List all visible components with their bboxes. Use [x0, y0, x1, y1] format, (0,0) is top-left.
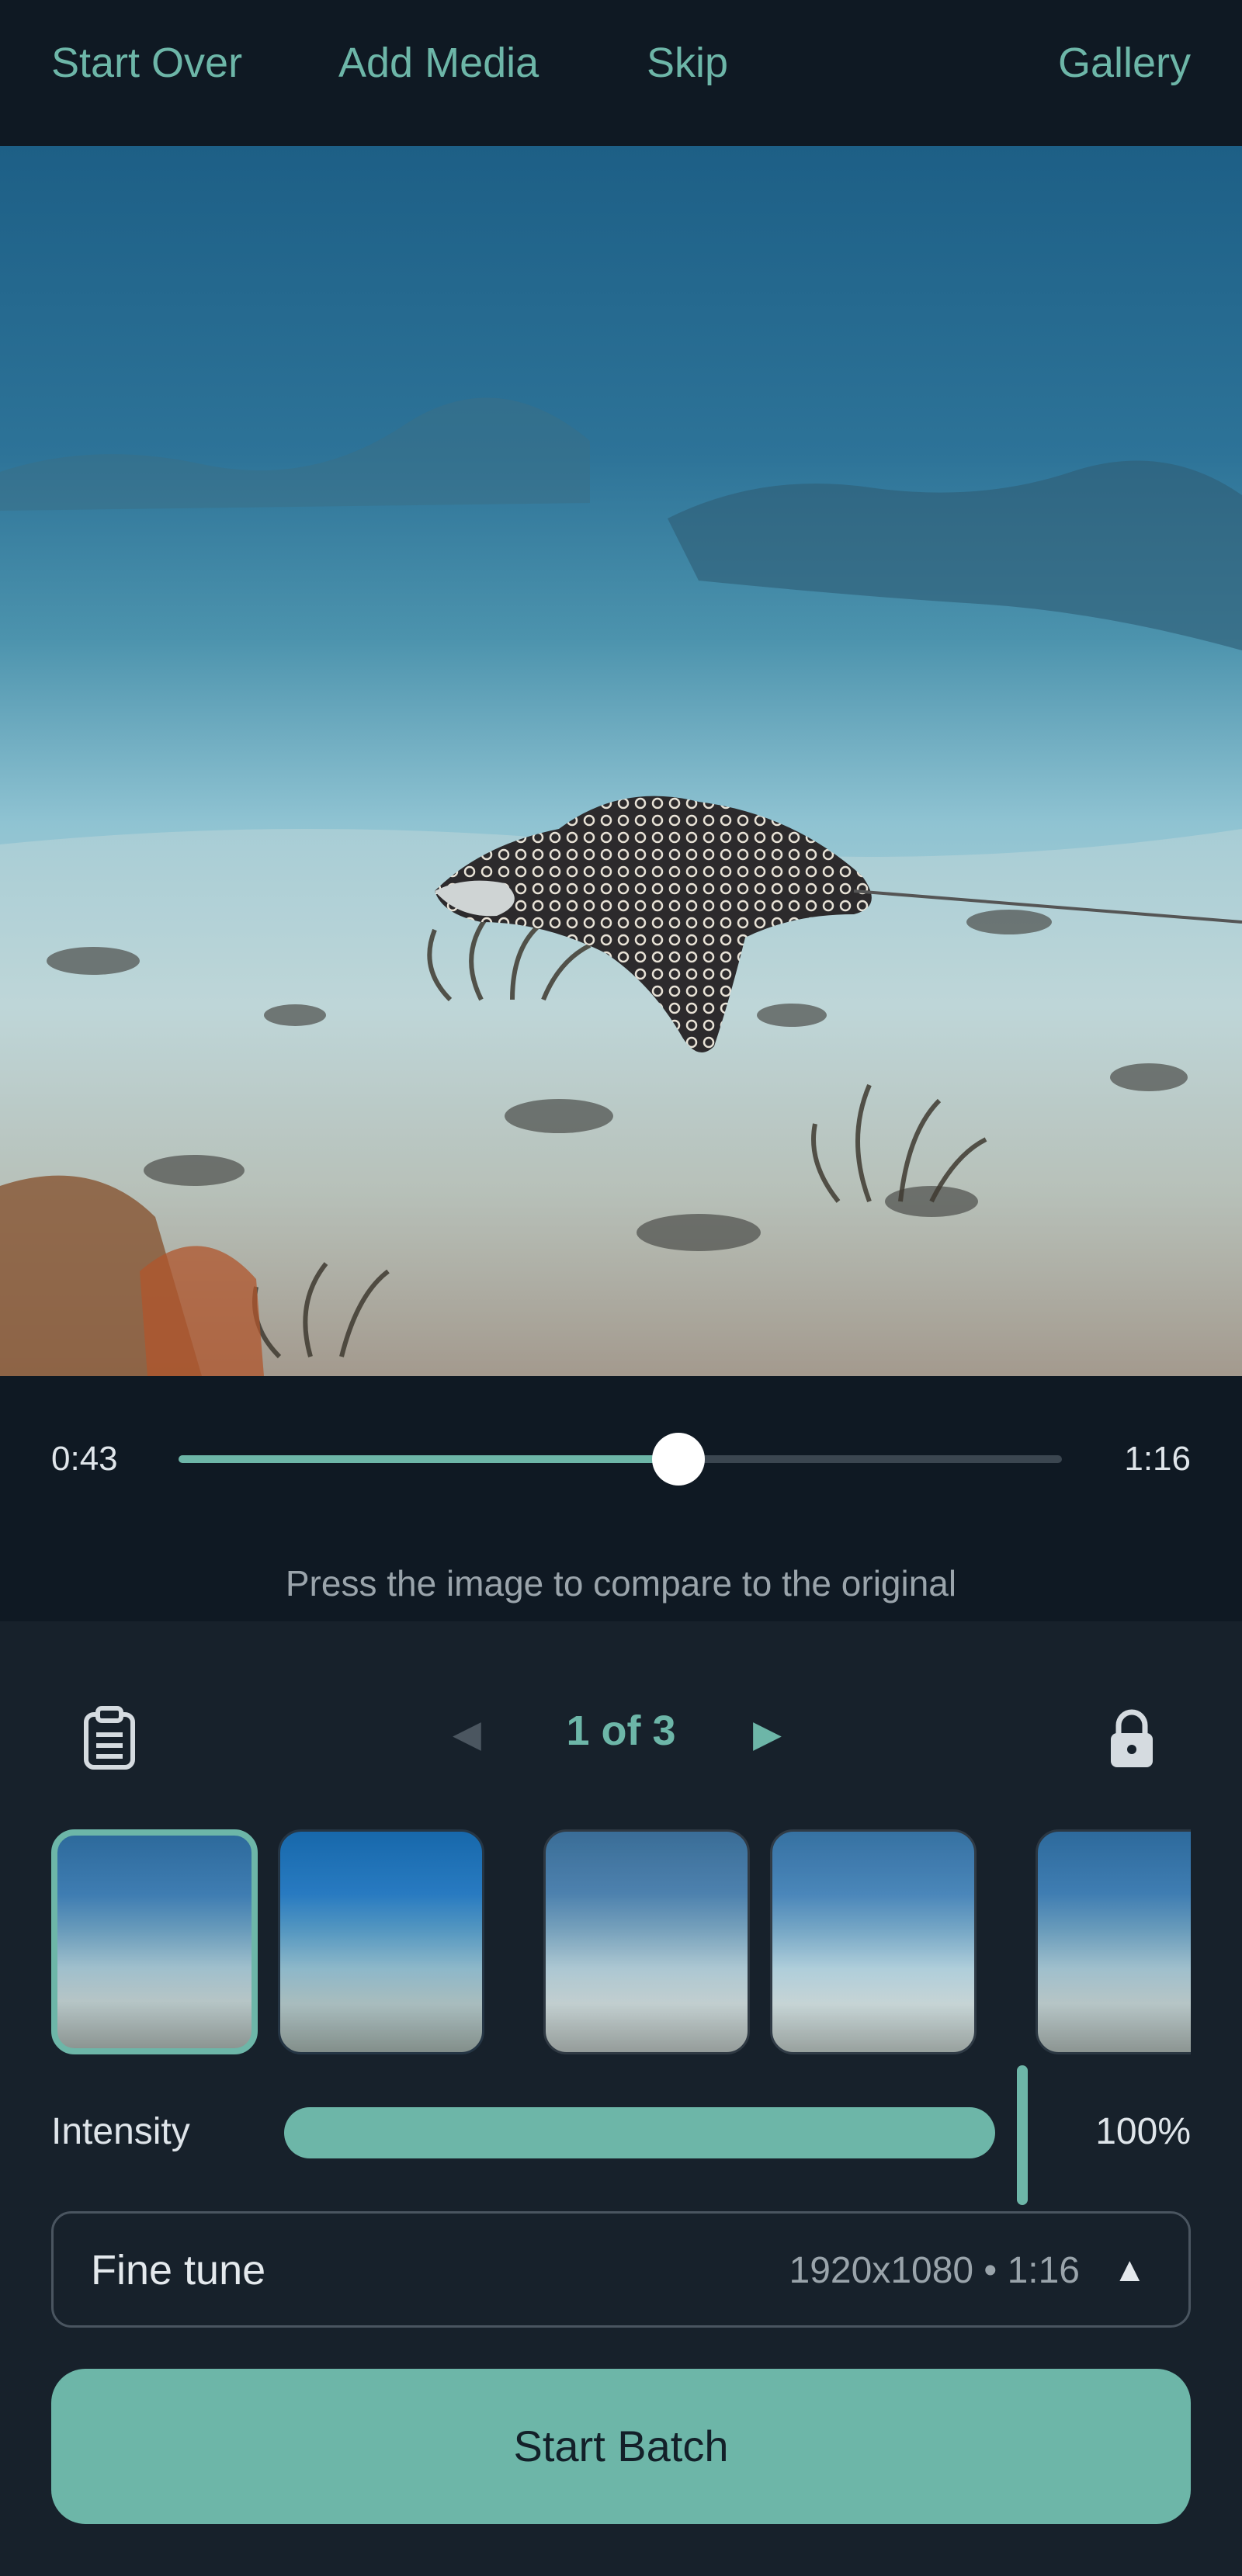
- triangle-left-icon[interactable]: ◀: [453, 1712, 481, 1756]
- pager-label: 1 of 3: [566, 1708, 676, 1754]
- add-media-button[interactable]: Add Media: [338, 39, 539, 87]
- compare-hint: Press the image to compare to the origin…: [285, 1563, 957, 1603]
- seek-bar[interactable]: [179, 1433, 1062, 1486]
- start-over-button[interactable]: Start Over: [51, 39, 242, 87]
- fine-tune-dropdown[interactable]: Fine tune 1920x1080 • 1:16 ▲: [51, 2211, 1191, 2328]
- total-time: 1:16: [1124, 1440, 1191, 1478]
- seek-handle[interactable]: [652, 1433, 706, 1486]
- fine-tune-label: Fine tune: [91, 2247, 266, 2293]
- intensity-handle[interactable]: [1017, 2065, 1028, 2205]
- filter-strip[interactable]: [51, 1829, 1191, 2054]
- intensity-value: 100%: [1095, 2111, 1191, 2152]
- intensity-label: Intensity: [51, 2111, 190, 2152]
- triangle-right-icon[interactable]: ▶: [753, 1712, 782, 1756]
- skip-button[interactable]: Skip: [647, 39, 728, 87]
- filter-thumbnail[interactable]: [770, 1829, 977, 2054]
- seek-bar-progress: [179, 1455, 679, 1463]
- filter-panel: ◀ 1 of 3 ▶ Intensity 100% Fine tune 1920…: [0, 1621, 1242, 2576]
- media-info: 1920x1080 • 1:16: [789, 2250, 1080, 2291]
- media-preview[interactable]: [0, 146, 1242, 1376]
- filter-thumbnail[interactable]: [51, 1829, 258, 2054]
- filter-thumbnail[interactable]: [1036, 1829, 1191, 2054]
- clipboard-icon[interactable]: [82, 1705, 137, 1770]
- start-batch-button[interactable]: Start Batch: [51, 2369, 1191, 2524]
- top-bar: Start Over Add Media Skip Gallery: [0, 0, 1242, 146]
- playback-controls: 0:43 1:16 Press the image to compare to …: [0, 1376, 1242, 1621]
- intensity-slider[interactable]: [284, 2107, 995, 2158]
- gallery-button[interactable]: Gallery: [1058, 39, 1191, 87]
- caret-up-icon: ▲: [1112, 2251, 1147, 2289]
- filter-thumbnail[interactable]: [278, 1829, 484, 2054]
- filter-thumbnail[interactable]: [543, 1829, 750, 2054]
- lock-icon[interactable]: [1108, 1708, 1156, 1770]
- current-time: 0:43: [51, 1440, 118, 1478]
- underwater-photo: [0, 146, 1242, 1376]
